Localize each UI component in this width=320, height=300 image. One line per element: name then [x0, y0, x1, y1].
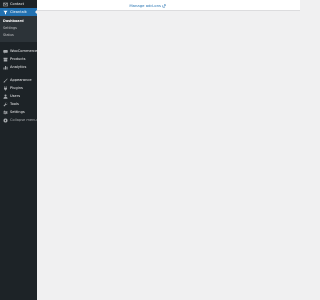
submenu-item-settings[interactable]: Settings [0, 25, 37, 32]
contact-icon [3, 2, 8, 7]
sidebar-item-settings[interactable]: Settings [0, 108, 37, 116]
manage-addons-label: Manage add-ons [129, 3, 161, 8]
submenu-item-status[interactable]: Status [0, 32, 37, 39]
sidebar-item-users[interactable]: Users [0, 92, 37, 100]
manage-addons-link[interactable]: Manage add-ons [129, 3, 166, 8]
sidebar-item-analytics[interactable]: Analytics [0, 63, 37, 71]
sidebar-item-plugins[interactable]: Plugins [0, 84, 37, 92]
sidebar-item-products[interactable]: Products [0, 55, 37, 63]
sidebar-item-contact[interactable]: Contact [0, 0, 37, 8]
sidebar-item-appearance[interactable]: Appearance [0, 76, 37, 84]
sidebar-item-label: Users [10, 94, 21, 98]
sidebar-item-label: Plugins [10, 86, 23, 90]
users-icon [3, 94, 8, 99]
sidebar-item-label: Contact [10, 2, 24, 6]
page-header-bar: Manage add-ons [37, 0, 300, 11]
archive-icon [3, 57, 8, 62]
external-link-icon [162, 3, 166, 8]
collapse-icon [3, 118, 8, 123]
wrench-icon [3, 102, 8, 107]
sidebar-item-label: Tools [10, 102, 19, 106]
sidebar-item-woocommerce[interactable]: WooCommerce [0, 47, 37, 55]
cleantalk-submenu: Dashboard Settings Status [0, 16, 37, 42]
admin-sidebar: Contact Cleantalk Dashboard Settings Sta… [0, 0, 37, 300]
collapse-menu-button[interactable]: Collapse menu [0, 116, 37, 124]
sidebar-item-label: Products [10, 57, 26, 61]
sidebar-item-label: WooCommerce [10, 49, 38, 53]
filter-icon [3, 10, 8, 15]
settings-icon [3, 110, 8, 115]
analytics-icon [3, 65, 8, 70]
collapse-menu-label: Collapse menu [10, 118, 37, 122]
sidebar-item-label: Settings [10, 110, 25, 114]
sidebar-item-cleantalk[interactable]: Cleantalk [0, 8, 37, 16]
sidebar-item-tools[interactable]: Tools [0, 100, 37, 108]
sidebar-item-label: Analytics [10, 65, 27, 69]
submenu-item-dashboard[interactable]: Dashboard [0, 18, 37, 25]
sidebar-item-label: Cleantalk [10, 10, 27, 14]
woocommerce-icon [3, 49, 8, 54]
brush-icon [3, 78, 8, 83]
plugin-icon [3, 85, 8, 91]
sidebar-item-label: Appearance [10, 78, 32, 82]
